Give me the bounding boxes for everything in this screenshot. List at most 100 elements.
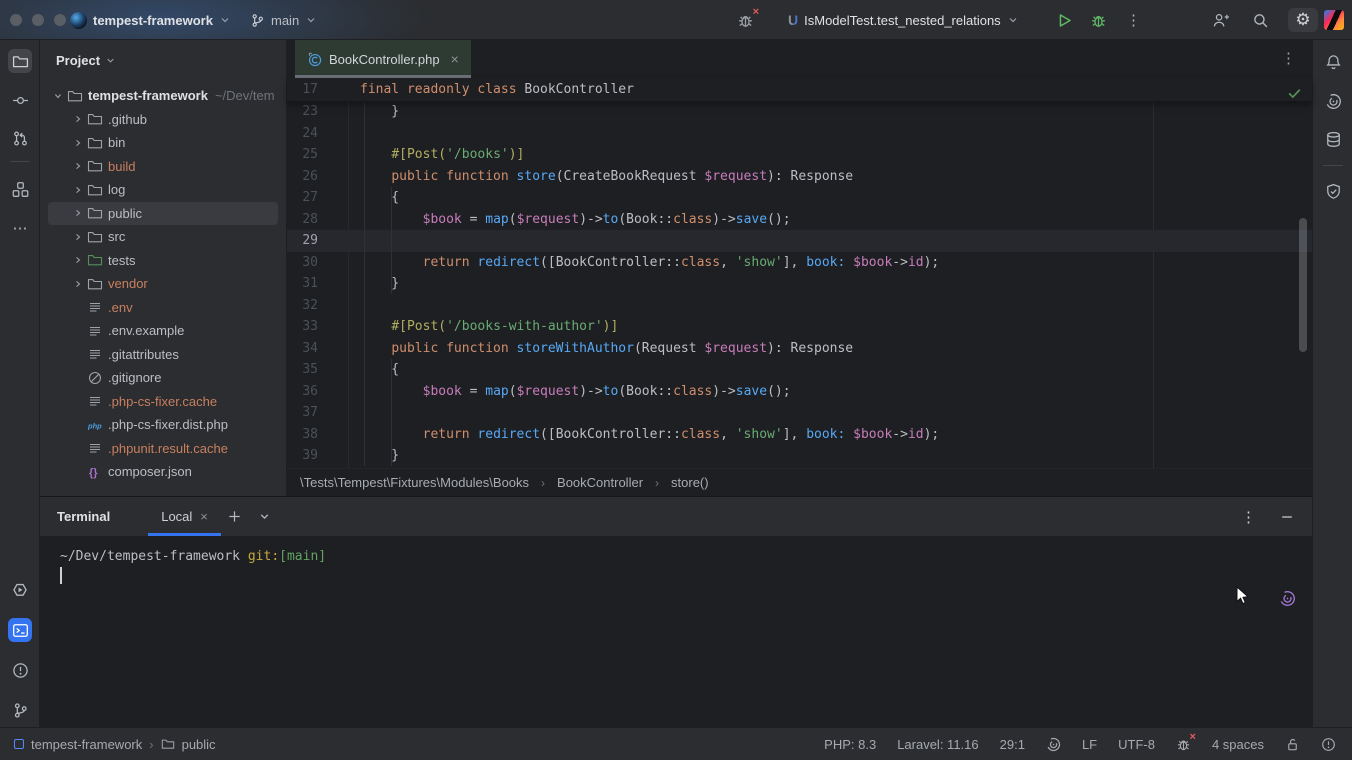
statusbar-unlocked-icon[interactable] — [1285, 737, 1300, 752]
line-number[interactable]: 39 — [287, 445, 348, 467]
line-number[interactable]: 24 — [287, 123, 348, 145]
tree-item-tests[interactable]: tests — [48, 249, 278, 273]
breadcrumb-item[interactable]: \Tests\Tempest\Fixtures\Modules\Books — [300, 475, 529, 490]
run-configuration-widget[interactable]: U IsModelTest.test_nested_relations — [788, 0, 1019, 40]
settings-button[interactable]: ⚙ — [1288, 0, 1318, 40]
line-number[interactable]: 29 — [287, 230, 348, 252]
tree-item-bin[interactable]: bin — [48, 131, 278, 155]
chevron-right-icon[interactable] — [72, 184, 84, 196]
tree-item-vendor[interactable]: vendor — [48, 272, 278, 296]
line-number[interactable]: 28 — [287, 209, 348, 231]
tab-bookcontroller[interactable]: BookController.php × — [295, 40, 471, 78]
more-run-actions-button[interactable]: ⋮ — [1126, 0, 1141, 40]
line-number[interactable]: 25 — [287, 144, 348, 166]
tree-expander[interactable] — [70, 184, 85, 196]
line-number[interactable]: 37 — [287, 402, 348, 424]
code-line-31[interactable]: 31 } — [287, 273, 1312, 295]
tree-item-public[interactable]: public — [48, 202, 278, 226]
line-number[interactable]: 31 — [287, 273, 348, 295]
editor-scrollbar-thumb[interactable] — [1299, 218, 1307, 352]
chevron-right-icon[interactable] — [72, 160, 84, 172]
chevron-right-icon[interactable] — [72, 254, 84, 266]
terminal-output[interactable]: ~/Dev/tempest-framework git:[main] — [40, 536, 1312, 727]
terminal-panel[interactable]: Terminal Local × ⋮ ~/Dev/tempest-framewo… — [40, 496, 1312, 727]
tree-expander[interactable] — [70, 254, 85, 266]
tree-expander[interactable] — [70, 160, 85, 172]
window-minimize-button[interactable] — [32, 14, 44, 26]
code-line-34[interactable]: 34 public function storeWithAuthor(Reque… — [287, 338, 1312, 360]
code-line-26[interactable]: 26 public function store(CreateBookReque… — [287, 166, 1312, 188]
chevron-down-icon[interactable] — [52, 90, 64, 102]
tab-options-button[interactable]: ⋮ — [1281, 49, 1296, 67]
project-panel-header[interactable]: Project — [40, 40, 286, 68]
code-line-24[interactable]: 24 — [287, 123, 1312, 145]
statusbar-lf[interactable]: LF — [1082, 737, 1097, 752]
code-line-32[interactable]: 32 — [287, 295, 1312, 317]
code-line-33[interactable]: 33 #[Post('/books-with-author')] — [287, 316, 1312, 338]
tree-item--phpunit-result-cache[interactable]: .phpunit.result.cache — [48, 437, 278, 461]
tree-expander[interactable] — [70, 231, 85, 243]
code-line-28[interactable]: 28 $book = map($request)->to(Book::class… — [287, 209, 1312, 231]
statusbar-project[interactable]: tempest-framework — [31, 737, 142, 752]
terminal-options-button[interactable]: ⋮ — [1241, 508, 1256, 526]
tree-expander[interactable] — [70, 278, 85, 290]
sidebar-item-security[interactable] — [1321, 179, 1345, 203]
tree-expander[interactable] — [70, 137, 85, 149]
code-line-27[interactable]: 27 { — [287, 187, 1312, 209]
sidebar-item-terminal[interactable] — [8, 618, 32, 642]
sidebar-item-pull-requests[interactable] — [8, 126, 32, 150]
hide-terminal-button[interactable] — [1280, 510, 1294, 524]
tree-item-composer-json[interactable]: {}composer.json — [48, 460, 278, 484]
tree-expander[interactable] — [70, 207, 85, 219]
line-number[interactable]: 34 — [287, 338, 348, 360]
statusbar-laravel-11.16[interactable]: Laravel: 11.16 — [897, 737, 978, 752]
project-widget[interactable]: tempest-framework — [70, 0, 231, 40]
sidebar-item-notifications[interactable] — [1321, 50, 1345, 74]
line-number[interactable]: 23 — [287, 101, 348, 123]
chevron-right-icon[interactable] — [72, 231, 84, 243]
tree-item-src[interactable]: src — [48, 225, 278, 249]
tree-item--php-cs-fixer-cache[interactable]: .php-cs-fixer.cache — [48, 390, 278, 414]
tree-item--env[interactable]: .env — [48, 296, 278, 320]
chevron-right-icon[interactable] — [72, 137, 84, 149]
tree-item--github[interactable]: .github — [48, 108, 278, 132]
tree-item-tempest-framework[interactable]: tempest-framework~/Dev/tem — [48, 84, 278, 108]
inspections-widget[interactable] — [1287, 86, 1302, 101]
tree-expander[interactable] — [70, 113, 85, 125]
code-line-38[interactable]: 38 return redirect([BookController::clas… — [287, 424, 1312, 446]
editor[interactable]: BookController.php × ⋮ 17final readonly … — [287, 40, 1312, 496]
statusbar-29-1[interactable]: 29:1 — [1000, 737, 1025, 752]
code-line-29[interactable]: 29 — [287, 230, 1312, 252]
sidebar-item-problems[interactable] — [8, 658, 32, 682]
debug-button[interactable] — [1090, 0, 1107, 40]
statusbar-php-8.3[interactable]: PHP: 8.3 — [824, 737, 876, 752]
tree-item--gitignore[interactable]: .gitignore — [48, 366, 278, 390]
statusbar-folder[interactable]: public — [182, 737, 216, 752]
chevron-right-icon[interactable] — [72, 113, 84, 125]
line-number[interactable]: 26 — [287, 166, 348, 188]
terminal-tab-local[interactable]: Local × — [148, 497, 221, 536]
run-button[interactable] — [1056, 0, 1073, 40]
tree-expander[interactable] — [50, 90, 65, 102]
breadcrumb-item[interactable]: BookController — [557, 475, 643, 490]
code-with-me-button[interactable] — [1212, 0, 1230, 40]
branch-widget[interactable]: main — [250, 0, 317, 40]
statusbar-4-spaces[interactable]: 4 spaces — [1212, 737, 1264, 752]
code-line-39[interactable]: 39 } — [287, 445, 1312, 467]
close-icon[interactable]: × — [200, 509, 208, 524]
window-close-button[interactable] — [10, 14, 22, 26]
tree-item-log[interactable]: log — [48, 178, 278, 202]
chevron-right-icon[interactable] — [72, 207, 84, 219]
statusbar-ai-assistant-icon[interactable] — [1046, 737, 1061, 752]
sticky-line[interactable]: 17final readonly class BookController — [287, 78, 1312, 101]
sidebar-item-run[interactable] — [8, 578, 32, 602]
tree-item--env-example[interactable]: .env.example — [48, 319, 278, 343]
new-terminal-tab-button[interactable] — [227, 509, 242, 524]
search-everywhere-button[interactable] — [1252, 0, 1269, 40]
sidebar-item-more[interactable]: ⋯ — [8, 216, 32, 240]
line-number[interactable]: 33 — [287, 316, 348, 338]
sidebar-item-commit[interactable] — [8, 88, 32, 112]
code-line-30[interactable]: 30 return redirect([BookController::clas… — [287, 252, 1312, 274]
line-number[interactable]: 27 — [287, 187, 348, 209]
window-zoom-button[interactable] — [54, 14, 66, 26]
